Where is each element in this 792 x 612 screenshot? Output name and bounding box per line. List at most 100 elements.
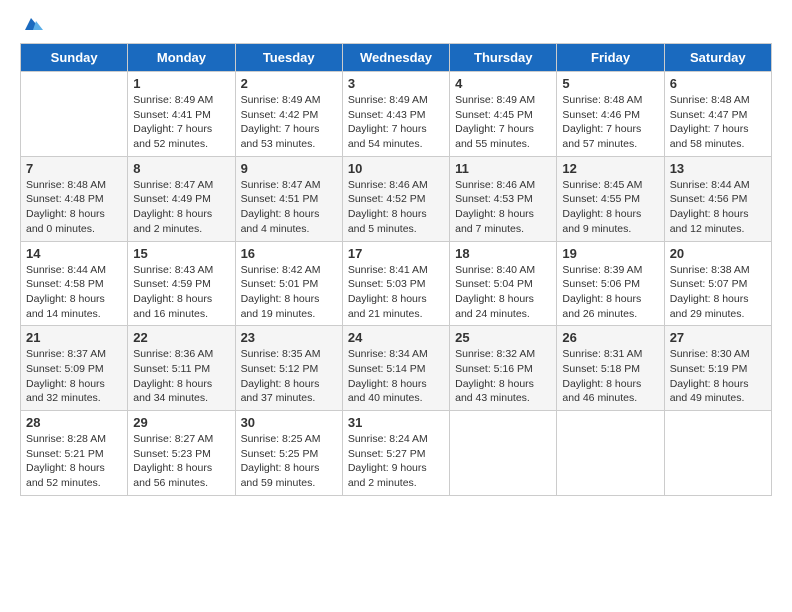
cell-day-number: 5	[562, 76, 658, 91]
cell-day-number: 17	[348, 246, 444, 261]
weekday-header-friday: Friday	[557, 44, 664, 72]
cell-day-number: 12	[562, 161, 658, 176]
cell-day-number: 13	[670, 161, 766, 176]
cell-info: Sunrise: 8:49 AMSunset: 4:43 PMDaylight:…	[348, 93, 444, 152]
calendar-cell	[21, 72, 128, 157]
page-header	[20, 16, 772, 37]
cell-day-number: 14	[26, 246, 122, 261]
cell-info: Sunrise: 8:47 AMSunset: 4:51 PMDaylight:…	[241, 178, 337, 237]
calendar-cell	[450, 411, 557, 496]
calendar-cell: 8Sunrise: 8:47 AMSunset: 4:49 PMDaylight…	[128, 156, 235, 241]
calendar-cell: 17 Sunrise: 8:41 AMSunset: 5:03 PMDayligh…	[342, 241, 449, 326]
cell-info: Sunrise: 8:43 AMSunset: 4:59 PMDaylight:…	[133, 263, 229, 322]
calendar-week-row: 14 Sunrise: 8:44 AMSunset: 4:58 PMDayligh…	[21, 241, 772, 326]
weekday-header-sunday: Sunday	[21, 44, 128, 72]
calendar-cell: 22 Sunrise: 8:36 AMSunset: 5:11 PMDayligh…	[128, 326, 235, 411]
cell-info: Sunrise: 8:38 AMSunset: 5:07 PMDaylight:…	[670, 263, 766, 322]
cell-info: Sunrise: 8:48 AMSunset: 4:46 PMDaylight:…	[562, 93, 658, 152]
cell-day-number: 9	[241, 161, 337, 176]
calendar-cell: 18 Sunrise: 8:40 AMSunset: 5:04 PMDayligh…	[450, 241, 557, 326]
cell-day-number: 2	[241, 76, 337, 91]
cell-day-number: 27	[670, 330, 766, 345]
cell-info: Sunrise: 8:34 AMSunset: 5:14 PMDaylight:…	[348, 347, 444, 406]
cell-info: Sunrise: 8:49 AMSunset: 4:42 PMDaylight:…	[241, 93, 337, 152]
cell-day-number: 25	[455, 330, 551, 345]
calendar-table: SundayMondayTuesdayWednesdayThursdayFrid…	[20, 43, 772, 496]
cell-day-number: 26	[562, 330, 658, 345]
cell-day-number: 3	[348, 76, 444, 91]
calendar-cell: 30 Sunrise: 8:25 AMSunset: 5:25 PMDayligh…	[235, 411, 342, 496]
calendar-cell: 24 Sunrise: 8:34 AMSunset: 5:14 PMDayligh…	[342, 326, 449, 411]
cell-day-number: 24	[348, 330, 444, 345]
cell-info: Sunrise: 8:31 AMSunset: 5:18 PMDaylight:…	[562, 347, 658, 406]
cell-day-number: 10	[348, 161, 444, 176]
cell-day-number: 21	[26, 330, 122, 345]
cell-day-number: 28	[26, 415, 122, 430]
cell-info: Sunrise: 8:42 AMSunset: 5:01 PMDaylight:…	[241, 263, 337, 322]
calendar-cell	[664, 411, 771, 496]
cell-day-number: 30	[241, 415, 337, 430]
cell-day-number: 1	[133, 76, 229, 91]
cell-info: Sunrise: 8:46 AMSunset: 4:52 PMDaylight:…	[348, 178, 444, 237]
calendar-cell: 10 Sunrise: 8:46 AMSunset: 4:52 PMDayligh…	[342, 156, 449, 241]
calendar-cell: 16Sunrise: 8:42 AMSunset: 5:01 PMDayligh…	[235, 241, 342, 326]
cell-info: Sunrise: 8:47 AMSunset: 4:49 PMDaylight:…	[133, 178, 229, 237]
cell-info: Sunrise: 8:39 AMSunset: 5:06 PMDaylight:…	[562, 263, 658, 322]
cell-day-number: 18	[455, 246, 551, 261]
logo-icon	[23, 16, 43, 32]
cell-info: Sunrise: 8:32 AMSunset: 5:16 PMDaylight:…	[455, 347, 551, 406]
calendar-cell: 26 Sunrise: 8:31 AMSunset: 5:18 PMDayligh…	[557, 326, 664, 411]
calendar-cell	[557, 411, 664, 496]
calendar-week-row: 7Sunrise: 8:48 AMSunset: 4:48 PMDaylight…	[21, 156, 772, 241]
calendar-cell: 23 Sunrise: 8:35 AMSunset: 5:12 PMDayligh…	[235, 326, 342, 411]
cell-day-number: 6	[670, 76, 766, 91]
cell-day-number: 29	[133, 415, 229, 430]
cell-info: Sunrise: 8:30 AMSunset: 5:19 PMDaylight:…	[670, 347, 766, 406]
calendar-cell: 3 Sunrise: 8:49 AMSunset: 4:43 PMDaylight…	[342, 72, 449, 157]
calendar-week-row: 21 Sunrise: 8:37 AMSunset: 5:09 PMDayligh…	[21, 326, 772, 411]
calendar-cell: 31 Sunrise: 8:24 AMSunset: 5:27 PMDayligh…	[342, 411, 449, 496]
cell-info: Sunrise: 8:44 AMSunset: 4:58 PMDaylight:…	[26, 263, 122, 322]
cell-day-number: 4	[455, 76, 551, 91]
calendar-week-row: 28 Sunrise: 8:28 AMSunset: 5:21 PMDayligh…	[21, 411, 772, 496]
calendar-cell: 4 Sunrise: 8:49 AMSunset: 4:45 PMDaylight…	[450, 72, 557, 157]
calendar-cell: 25 Sunrise: 8:32 AMSunset: 5:16 PMDayligh…	[450, 326, 557, 411]
cell-info: Sunrise: 8:28 AMSunset: 5:21 PMDaylight:…	[26, 432, 122, 491]
calendar-cell: 13Sunrise: 8:44 AMSunset: 4:56 PMDayligh…	[664, 156, 771, 241]
cell-info: Sunrise: 8:48 AMSunset: 4:47 PMDaylight:…	[670, 93, 766, 152]
calendar-cell: 14 Sunrise: 8:44 AMSunset: 4:58 PMDayligh…	[21, 241, 128, 326]
weekday-header-tuesday: Tuesday	[235, 44, 342, 72]
calendar-cell: 1 Sunrise: 8:49 AMSunset: 4:41 PMDaylight…	[128, 72, 235, 157]
cell-day-number: 22	[133, 330, 229, 345]
calendar-cell: 28 Sunrise: 8:28 AMSunset: 5:21 PMDayligh…	[21, 411, 128, 496]
cell-info: Sunrise: 8:36 AMSunset: 5:11 PMDaylight:…	[133, 347, 229, 406]
calendar-cell: 20Sunrise: 8:38 AMSunset: 5:07 PMDayligh…	[664, 241, 771, 326]
cell-day-number: 15	[133, 246, 229, 261]
weekday-header-wednesday: Wednesday	[342, 44, 449, 72]
cell-info: Sunrise: 8:46 AMSunset: 4:53 PMDaylight:…	[455, 178, 551, 237]
cell-info: Sunrise: 8:24 AMSunset: 5:27 PMDaylight:…	[348, 432, 444, 491]
cell-info: Sunrise: 8:49 AMSunset: 4:41 PMDaylight:…	[133, 93, 229, 152]
weekday-header-monday: Monday	[128, 44, 235, 72]
weekday-header-saturday: Saturday	[664, 44, 771, 72]
calendar-cell: 5 Sunrise: 8:48 AMSunset: 4:46 PMDaylight…	[557, 72, 664, 157]
cell-info: Sunrise: 8:35 AMSunset: 5:12 PMDaylight:…	[241, 347, 337, 406]
calendar-cell: 12Sunrise: 8:45 AMSunset: 4:55 PMDayligh…	[557, 156, 664, 241]
logo	[20, 16, 43, 37]
calendar-cell: 27 Sunrise: 8:30 AMSunset: 5:19 PMDayligh…	[664, 326, 771, 411]
cell-info: Sunrise: 8:25 AMSunset: 5:25 PMDaylight:…	[241, 432, 337, 491]
cell-info: Sunrise: 8:37 AMSunset: 5:09 PMDaylight:…	[26, 347, 122, 406]
cell-day-number: 7	[26, 161, 122, 176]
calendar-week-row: 1 Sunrise: 8:49 AMSunset: 4:41 PMDaylight…	[21, 72, 772, 157]
cell-day-number: 31	[348, 415, 444, 430]
cell-day-number: 23	[241, 330, 337, 345]
cell-info: Sunrise: 8:40 AMSunset: 5:04 PMDaylight:…	[455, 263, 551, 322]
cell-info: Sunrise: 8:49 AMSunset: 4:45 PMDaylight:…	[455, 93, 551, 152]
calendar-cell: 2 Sunrise: 8:49 AMSunset: 4:42 PMDaylight…	[235, 72, 342, 157]
calendar-cell: 19 Sunrise: 8:39 AMSunset: 5:06 PMDayligh…	[557, 241, 664, 326]
cell-day-number: 19	[562, 246, 658, 261]
cell-info: Sunrise: 8:41 AMSunset: 5:03 PMDaylight:…	[348, 263, 444, 322]
cell-info: Sunrise: 8:27 AMSunset: 5:23 PMDaylight:…	[133, 432, 229, 491]
calendar-cell: 29 Sunrise: 8:27 AMSunset: 5:23 PMDayligh…	[128, 411, 235, 496]
calendar-cell: 15 Sunrise: 8:43 AMSunset: 4:59 PMDayligh…	[128, 241, 235, 326]
